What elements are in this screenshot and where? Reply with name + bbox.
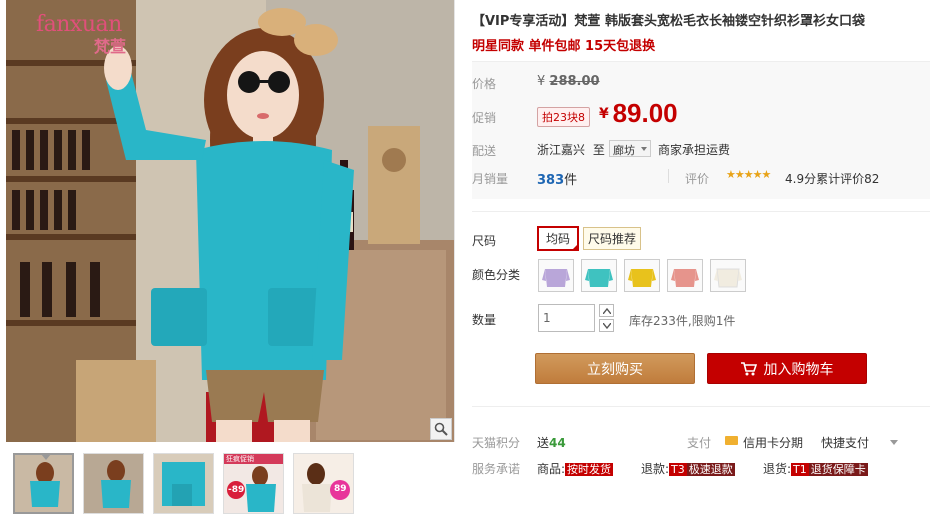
chevron-down-icon bbox=[602, 322, 611, 329]
promo-price-currency: ¥ bbox=[599, 106, 609, 122]
promise-badge: 按时发货 bbox=[565, 463, 614, 476]
color-swatches bbox=[538, 259, 746, 292]
promise-code: T3 bbox=[669, 463, 687, 476]
thumbnail-4-price: -89 bbox=[228, 485, 245, 495]
rating-stars: ★★★★★ bbox=[726, 168, 771, 181]
divider bbox=[668, 169, 669, 183]
chevron-down-icon bbox=[641, 147, 647, 151]
cart-icon bbox=[740, 361, 757, 375]
promise-prefix: 退货: bbox=[763, 462, 792, 476]
service-promise-label: 服务承诺 bbox=[472, 462, 521, 476]
promo-price: ¥ 89.00 bbox=[599, 98, 678, 129]
promo-tag[interactable]: 拍23块8 bbox=[537, 107, 590, 127]
color-swatch-cream[interactable] bbox=[710, 259, 746, 292]
thumbnail-4-tag: 狂疯促销 bbox=[226, 455, 254, 463]
brand-logo-cn: 梵萱 bbox=[94, 37, 127, 56]
monthly-sales-count: 383 bbox=[537, 173, 565, 188]
points-value: 送44 bbox=[537, 434, 566, 451]
buy-now-button[interactable]: 立刻购买 bbox=[535, 353, 695, 384]
thumbnail-strip: 狂疯促销 -89 89 bbox=[13, 453, 354, 514]
shipping-from: 浙江嘉兴 至 bbox=[537, 141, 605, 158]
promo-price-value: 89.00 bbox=[612, 98, 678, 128]
shipping-destination-value: 廊坊 bbox=[613, 144, 635, 157]
quantity-label: 数量 bbox=[472, 313, 497, 327]
payment-label: 支付 bbox=[687, 436, 712, 450]
promise-item-refund[interactable]: 退款: T3 极速退款 bbox=[641, 460, 735, 477]
promise-code: T1 bbox=[791, 463, 809, 476]
chevron-up-icon bbox=[602, 307, 611, 314]
original-price: ¥ 288.00 bbox=[537, 74, 600, 89]
stock-text: 库存233件,限购1件 bbox=[629, 314, 736, 328]
original-price-currency: ¥ bbox=[537, 74, 546, 89]
promise-prefix: 退款: bbox=[641, 462, 670, 476]
size-option-selected[interactable]: 均码 bbox=[537, 226, 580, 251]
rating-text[interactable]: 4.9分累计评价82 bbox=[785, 170, 879, 187]
price-label: 价格 bbox=[472, 77, 497, 91]
original-price-value: 288.00 bbox=[549, 74, 600, 89]
points-number: 44 bbox=[549, 436, 566, 450]
thumbnail-1[interactable] bbox=[13, 453, 74, 514]
selected-check-icon bbox=[571, 243, 580, 251]
main-product-image[interactable]: fanxuan 梵萱 bbox=[6, 0, 455, 442]
card-icon bbox=[725, 436, 738, 445]
promise-badge: 极速退款 bbox=[686, 463, 735, 476]
zoom-button[interactable] bbox=[430, 418, 452, 440]
shipping-destination-select[interactable]: 廊坊 bbox=[609, 140, 651, 157]
size-guide-button[interactable]: 尺码推荐 bbox=[583, 227, 642, 250]
divider bbox=[472, 406, 930, 407]
buy-now-label: 立刻购买 bbox=[587, 360, 643, 377]
quantity-input[interactable] bbox=[538, 304, 595, 332]
product-photo bbox=[6, 0, 454, 442]
shipping-from-city: 浙江嘉兴 bbox=[537, 143, 586, 157]
size-option-label: 均码 bbox=[546, 232, 571, 246]
price-box: 价格 ¥ 288.00 促销 拍23块8 ¥ 89.00 配送 浙江嘉兴 至 廊… bbox=[472, 61, 930, 199]
monthly-sales-unit: 件 bbox=[564, 173, 578, 188]
shipping-fee: 商家承担运费 bbox=[658, 143, 731, 157]
chevron-down-icon[interactable] bbox=[890, 440, 898, 445]
color-swatch-yellow[interactable] bbox=[624, 259, 660, 292]
review-label: 评价 bbox=[685, 172, 710, 186]
size-label: 尺码 bbox=[472, 234, 497, 248]
color-swatch-cyan[interactable] bbox=[581, 259, 617, 292]
promise-badge: 退货保障卡 bbox=[808, 463, 868, 476]
product-subtitle: 明星同款 单件包邮 15天包退换 bbox=[472, 39, 656, 54]
shipping-label: 配送 bbox=[472, 144, 497, 158]
add-to-cart-label: 加入购物车 bbox=[763, 360, 834, 377]
points-prefix: 送 bbox=[537, 436, 550, 450]
divider bbox=[472, 211, 930, 212]
payment-quick-pay[interactable]: 快捷支付 bbox=[821, 434, 869, 451]
monthly-sales-label: 月销量 bbox=[472, 172, 509, 186]
promise-item-delivery[interactable]: 商品: 按时发货 bbox=[537, 460, 614, 477]
quantity-increment-button[interactable] bbox=[599, 304, 614, 317]
zoom-icon bbox=[434, 422, 448, 436]
thumbnail-5[interactable]: 89 bbox=[293, 453, 354, 514]
thumbnail-2[interactable] bbox=[83, 453, 144, 514]
promise-item-return[interactable]: 退货: T1 退货保障卡 bbox=[763, 460, 868, 477]
product-title: 【VIP专享活动】梵萱 韩版套头宽松毛衣长袖镂空针织衫罩衫女口袋 bbox=[472, 14, 865, 29]
shipping-to-word: 至 bbox=[592, 143, 605, 157]
color-swatch-purple[interactable] bbox=[538, 259, 574, 292]
quantity-decrement-button[interactable] bbox=[599, 319, 614, 332]
monthly-sales: 383件 bbox=[537, 169, 577, 188]
thumbnail-4[interactable]: 狂疯促销 -89 bbox=[223, 453, 284, 514]
color-swatch-pink[interactable] bbox=[667, 259, 703, 292]
promo-label: 促销 bbox=[472, 111, 497, 125]
active-caret-icon bbox=[41, 455, 51, 460]
thumbnail-3[interactable] bbox=[153, 453, 214, 514]
promise-prefix: 商品: bbox=[537, 462, 566, 476]
points-label: 天猫积分 bbox=[472, 436, 521, 450]
thumbnail-5-price: 89 bbox=[334, 484, 347, 494]
add-to-cart-button[interactable]: 加入购物车 bbox=[707, 353, 867, 384]
payment-credit-installment[interactable]: 信用卡分期 bbox=[743, 434, 803, 451]
color-label: 颜色分类 bbox=[472, 268, 521, 282]
